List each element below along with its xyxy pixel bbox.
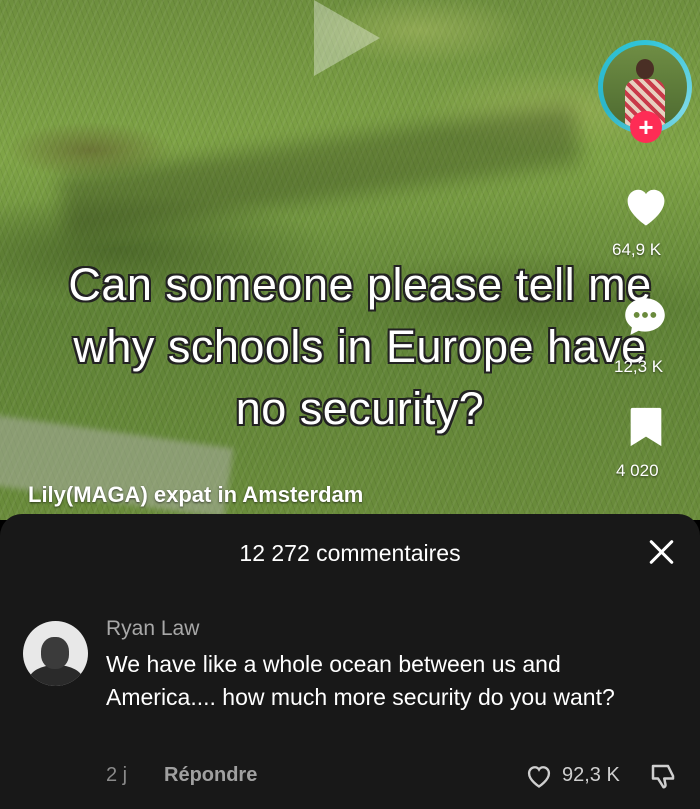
comments-sheet: 12 272 commentaires Ryan Law We have lik… — [0, 514, 700, 809]
commenter-avatar[interactable] — [23, 621, 88, 686]
follow-plus-icon[interactable]: + — [630, 111, 662, 143]
creator-username[interactable]: Lily(MAGA) expat in Amsterdam — [28, 482, 363, 508]
comment-text: We have like a whole ocean between us an… — [106, 651, 615, 710]
play-icon — [314, 0, 380, 76]
comment-count: 12,3 K — [614, 357, 664, 376]
comment-like-count: 92,3 K — [562, 764, 620, 786]
bookmark-count: 4 020 — [616, 461, 659, 480]
comment-time: 2 j — [106, 764, 128, 786]
ground-shadow — [58, 104, 582, 236]
dislike-icon[interactable] — [648, 761, 678, 791]
video-caption: Can someone please tell me why schools i… — [68, 259, 652, 435]
close-icon[interactable] — [648, 538, 676, 566]
comment-bubble-icon[interactable] — [620, 292, 670, 342]
heart-icon[interactable] — [620, 180, 672, 232]
video-player[interactable]: Can someone please tell me why schools i… — [0, 0, 700, 520]
like-count: 64,9 K — [612, 240, 662, 259]
comment-author[interactable]: Ryan Law — [106, 617, 199, 641]
bookmark-icon[interactable] — [626, 404, 666, 450]
reply-button[interactable]: Répondre — [164, 764, 257, 787]
like-outline-icon[interactable] — [525, 763, 553, 789]
avatar-figure-head — [636, 59, 654, 79]
comments-count-title: 12 272 commentaires — [239, 540, 461, 566]
avatar-figure-head — [41, 637, 69, 669]
